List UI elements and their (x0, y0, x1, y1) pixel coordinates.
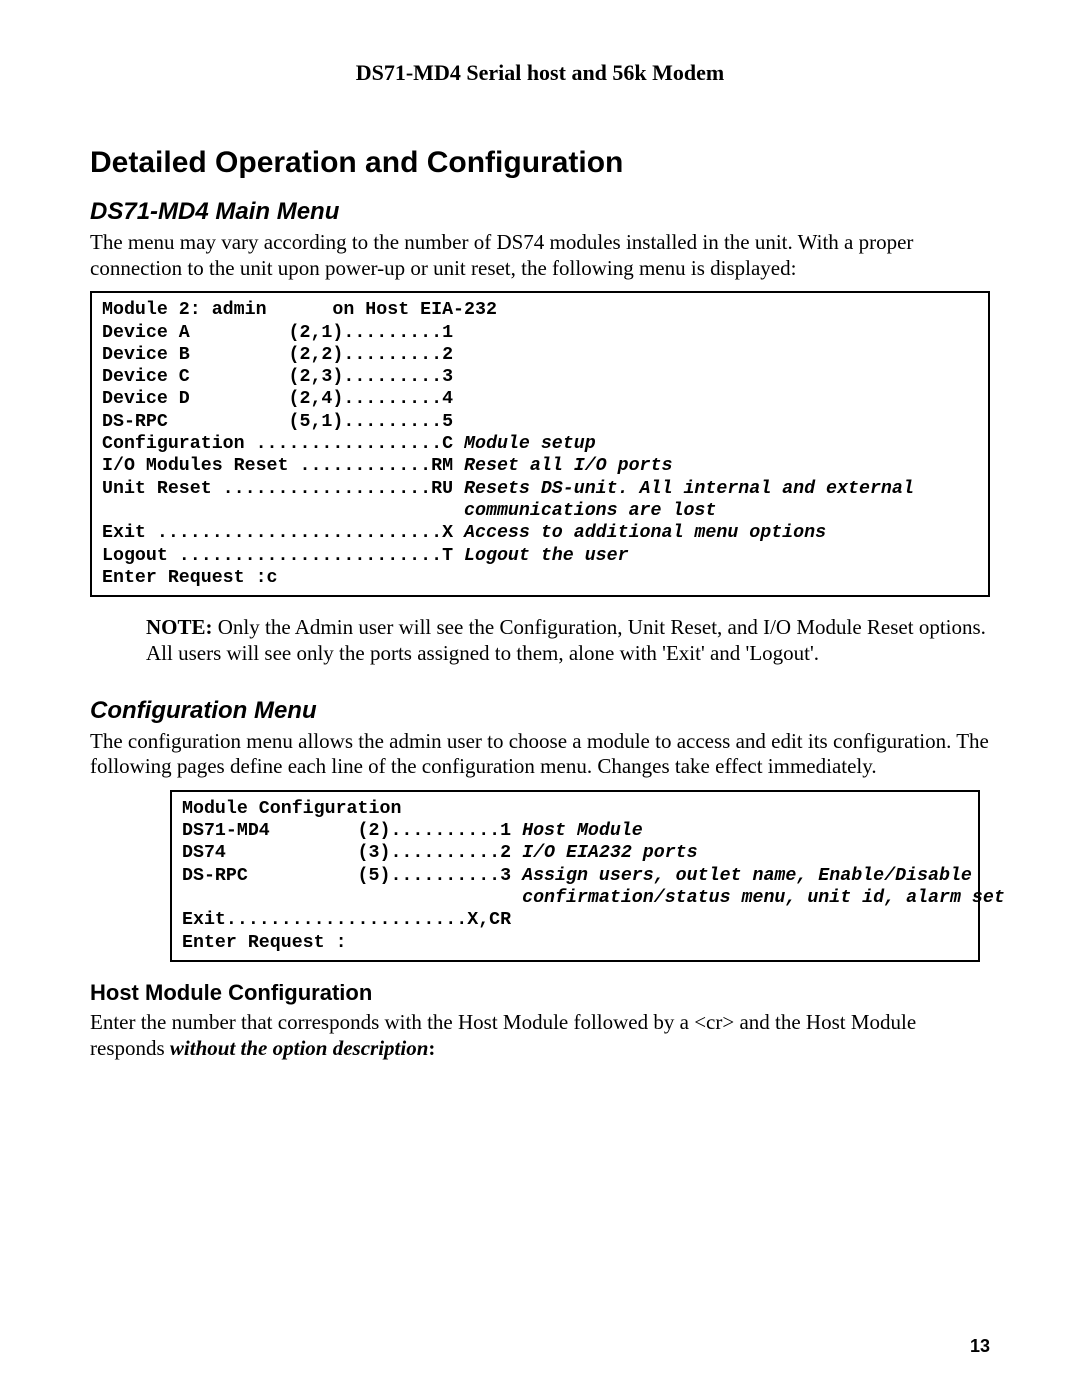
term-desc: I/O EIA232 ports (522, 843, 698, 863)
term-desc: Module setup (464, 434, 596, 454)
term-line: I/O Modules Reset ............RM (102, 456, 464, 476)
page: DS71-MD4 Serial host and 56k Modem Detai… (0, 0, 1080, 1397)
term-line: DS74 (3)..........2 (182, 843, 522, 863)
term-desc: Logout the user (464, 546, 629, 566)
section-title: Detailed Operation and Configuration (90, 146, 990, 180)
term-prompt: Enter Request : (182, 933, 347, 953)
term-line: Module 2: admin on Host EIA-232 (102, 300, 497, 320)
term-pad (182, 888, 522, 908)
term-line: Device A (2,1).........1 (102, 323, 453, 343)
term-desc: communications are lost (464, 501, 716, 521)
config-menu-terminal: Module Configuration DS71-MD4 (2).......… (170, 790, 980, 962)
term-desc: Host Module (522, 821, 643, 841)
config-menu-heading: Configuration Menu (90, 697, 990, 725)
note-label: NOTE: (146, 615, 213, 639)
note-block: NOTE: Only the Admin user will see the C… (146, 615, 990, 666)
host-module-emph: without the option description (170, 1036, 428, 1060)
term-line: DS71-MD4 (2)..........1 (182, 821, 522, 841)
host-module-heading: Host Module Configuration (90, 980, 990, 1006)
term-desc: confirmation/status menu, unit id, alarm… (522, 888, 1005, 908)
term-desc: Assign users, outlet name, Enable/Disabl… (522, 866, 972, 886)
host-module-para: Enter the number that corresponds with t… (90, 1010, 990, 1061)
config-menu-intro: The configuration menu allows the admin … (90, 729, 990, 780)
main-menu-terminal: Module 2: admin on Host EIA-232 Device A… (90, 291, 990, 597)
term-desc: Reset all I/O ports (464, 456, 672, 476)
main-menu-heading: DS71-MD4 Main Menu (90, 198, 990, 226)
term-line: DS-RPC (5)..........3 (182, 866, 522, 886)
term-line: Module Configuration (182, 799, 401, 819)
note-text: Only the Admin user will see the Configu… (146, 615, 986, 665)
term-desc: Access to additional menu options (464, 523, 826, 543)
term-line: DS-RPC (5,1).........5 (102, 412, 453, 432)
term-line: Device B (2,2).........2 (102, 345, 453, 365)
term-pad (102, 501, 464, 521)
term-line: Configuration .................C (102, 434, 464, 454)
host-module-colon: : (428, 1036, 435, 1060)
main-menu-intro: The menu may vary according to the numbe… (90, 230, 990, 281)
term-line: Exit......................X,CR (182, 910, 511, 930)
term-line: Device C (2,3).........3 (102, 367, 453, 387)
term-line: Logout ........................T (102, 546, 464, 566)
term-line: Unit Reset ...................RU (102, 479, 464, 499)
term-line: Exit ..........................X (102, 523, 464, 543)
term-line: Device D (2,4).........4 (102, 389, 453, 409)
page-number: 13 (970, 1336, 990, 1357)
running-header: DS71-MD4 Serial host and 56k Modem (90, 60, 990, 86)
term-prompt: Enter Request :c (102, 568, 278, 588)
term-desc: Resets DS-unit. All internal and externa… (464, 479, 914, 499)
